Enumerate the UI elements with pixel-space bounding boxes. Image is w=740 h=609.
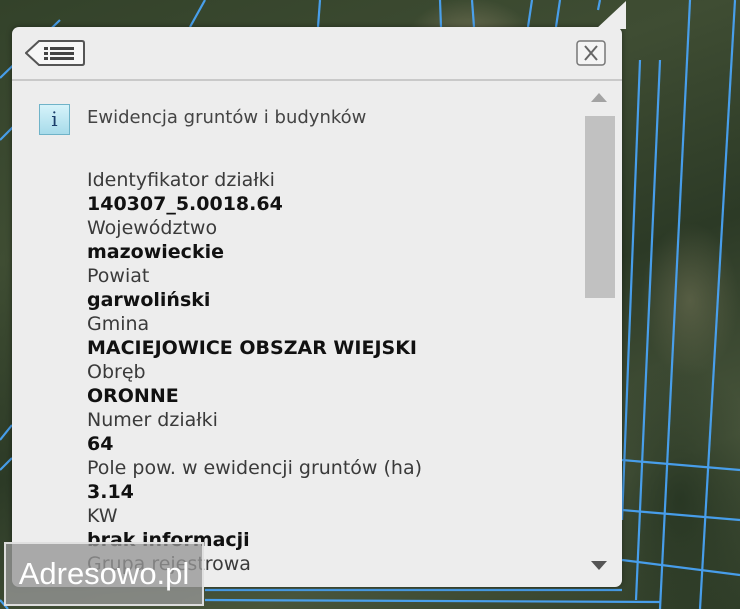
popup-scrollbar[interactable] [584,81,616,575]
field-value-identyfikator: 140307_5.0018.64 [87,193,283,215]
field-value-pole-pow: 3.14 [87,481,134,503]
field-label-kw: KW [87,505,118,527]
list-back-icon [24,40,85,66]
adresowo-watermark: Adresowo.pl [4,542,204,606]
field-label-obreb: Obręb [87,361,146,383]
field-label-numer-dzialki: Numer działki [87,409,218,431]
field-label-identyfikator: Identyfikator działki [87,169,275,191]
feature-info-popup: i Ewidencja gruntów i budynków Identyfik… [12,1,626,587]
field-value-wojewodztwo: mazowieckie [87,241,224,263]
close-icon [576,40,606,66]
field-label-powiat: Powiat [87,265,150,287]
scroll-up-arrow-icon[interactable] [591,93,607,102]
field-label-gmina: Gmina [87,313,150,335]
close-button[interactable] [576,40,606,66]
popup-content: i Ewidencja gruntów i budynków Identyfik… [12,81,582,587]
back-to-list-button[interactable] [24,39,85,67]
popup-header [12,27,622,81]
layer-title: Ewidencja gruntów i budynków [87,107,367,128]
popup-pointer [596,1,626,29]
attribute-list: Identyfikator działki 140307_5.0018.64 W… [87,168,577,587]
field-label-pole-pow: Pole pow. w ewidencji gruntów (ha) [87,457,423,479]
info-icon: i [39,104,70,135]
field-value-numer-dzialki: 64 [87,433,114,455]
field-label-wojewodztwo: Województwo [87,217,218,239]
scroll-down-arrow-icon[interactable] [591,561,607,570]
field-value-obreb: ORONNE [87,385,179,407]
scrollbar-thumb[interactable] [585,116,615,298]
field-value-powiat: garwoliński [87,289,211,311]
field-value-gmina: MACIEJOWICE OBSZAR WIEJSKI [87,337,417,359]
